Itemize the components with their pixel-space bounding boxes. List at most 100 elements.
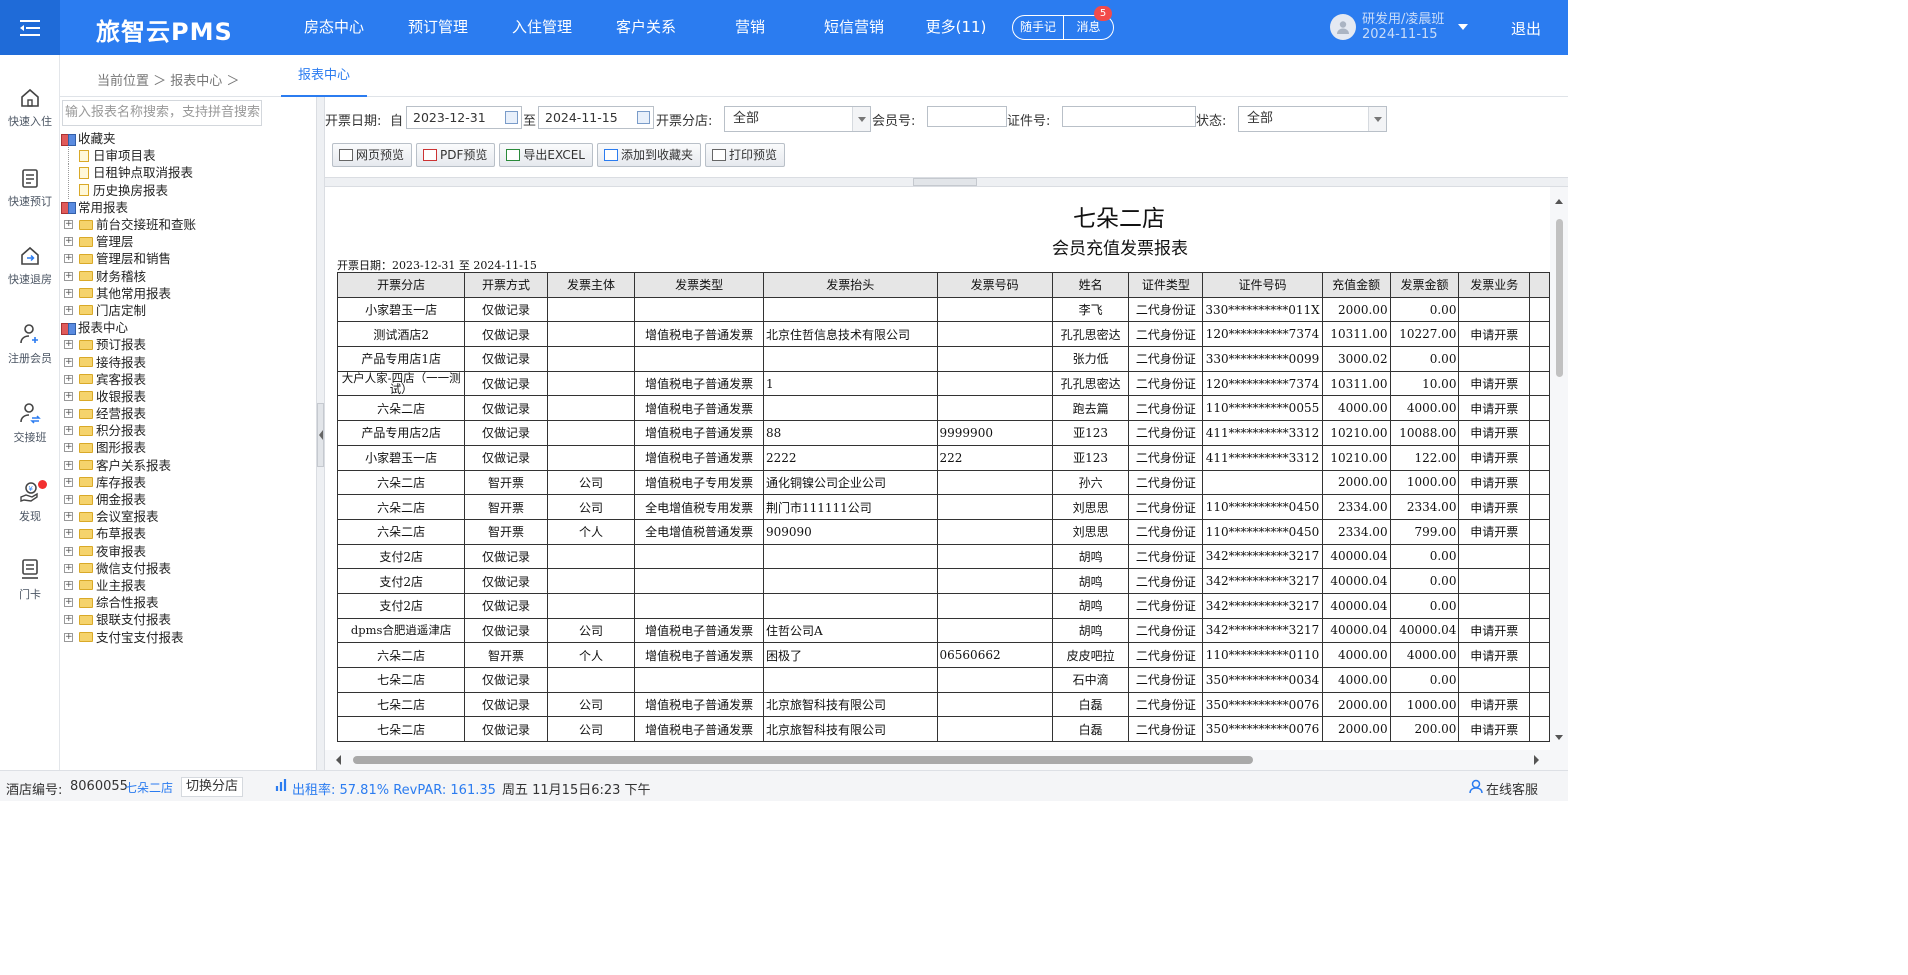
date-from-input[interactable]: 2023-12-31 [406,106,522,129]
nav-checkin[interactable]: 入住管理 [490,0,594,55]
web-preview-button[interactable]: 网页预览 [332,143,413,167]
tree-group-favorites[interactable]: 收藏夹 [60,130,316,147]
expand-icon[interactable]: + [64,460,73,470]
tree-group-common-reports[interactable]: 常用报表 [60,199,316,216]
tree-folder[interactable]: + 夜审报表 [60,543,316,560]
tree-folder[interactable]: + 财务稽核 [60,268,316,285]
tree-folder[interactable]: + 经营报表 [60,405,316,422]
tree-folder[interactable]: + 会议室报表 [60,508,316,525]
horizontal-scroll-thumb[interactable] [353,756,1253,764]
calendar-icon[interactable] [637,111,650,124]
tree-folder[interactable]: + 客户关系报表 [60,457,316,474]
expand-icon[interactable]: + [64,220,73,230]
expand-icon[interactable]: + [64,546,73,556]
scroll-left-icon[interactable] [333,750,345,770]
nav-reservations[interactable]: 预订管理 [386,0,490,55]
add-favorite-button[interactable]: 添加到收藏夹 [596,143,701,167]
quick-checkout-button[interactable]: 快速退房 [0,245,60,287]
logout-button[interactable]: 退出 [1511,18,1541,39]
print-preview-button[interactable]: 打印预览 [705,143,786,167]
member-no-input[interactable] [927,106,1007,127]
expand-icon[interactable]: + [64,598,73,608]
vertical-scroll-thumb[interactable] [1556,219,1563,377]
nav-more[interactable]: 更多(11) [906,0,1006,55]
online-service-button[interactable]: 在线客服 [1486,779,1538,798]
tree-leaf[interactable]: 日租钟点取消报表 [60,164,316,182]
expand-icon[interactable]: + [64,374,73,384]
menu-toggle-icon[interactable] [0,0,60,55]
pdf-preview-button[interactable]: PDF预览 [416,143,496,167]
expand-icon[interactable]: + [64,495,73,505]
expand-icon[interactable]: + [64,443,73,453]
notes-button[interactable]: 随手记 [1013,16,1063,39]
quick-booking-button[interactable]: 快速预订 [0,167,60,209]
register-member-button[interactable]: 注册会员 [0,322,60,366]
chevron-down-icon[interactable] [1368,107,1386,131]
scroll-down-icon[interactable] [1550,733,1568,743]
tree-folder[interactable]: + 宾客报表 [60,371,316,388]
id-no-input[interactable] [1062,106,1196,127]
scroll-up-icon[interactable] [1550,196,1568,206]
chevron-down-icon[interactable] [852,107,870,131]
expand-icon[interactable]: + [64,357,73,367]
headset-icon[interactable] [1468,778,1484,798]
door-card-button[interactable]: 门卡 [0,558,60,602]
tree-folder[interactable]: + 积分报表 [60,422,316,439]
expand-icon[interactable]: + [64,409,73,419]
expand-icon[interactable]: + [64,254,73,264]
filter-collapse-bar[interactable] [325,177,1568,187]
expand-icon[interactable]: + [64,391,73,401]
tree-folder[interactable]: + 佣金报表 [60,491,316,508]
tree-folder[interactable]: + 门店定制 [60,302,316,319]
discover-button[interactable]: ¥ 发现 [0,480,60,524]
nav-room-status[interactable]: 房态中心 [282,0,386,55]
panel-splitter[interactable] [316,97,325,770]
shift-handover-button[interactable]: 交接班 [0,401,60,445]
tree-folder[interactable]: + 支付宝支付报表 [60,628,316,645]
tree-folder[interactable]: + 综合性报表 [60,594,316,611]
nav-crm[interactable]: 客户关系 [594,0,698,55]
nav-marketing[interactable]: 营销 [698,0,802,55]
tree-folder[interactable]: + 库存报表 [60,474,316,491]
branch-select[interactable]: 全部 [724,106,871,132]
expand-icon[interactable]: + [64,529,73,539]
tree-group-report-center[interactable]: 报表中心 [60,319,316,336]
expand-icon[interactable]: + [64,237,73,247]
expand-icon[interactable]: + [64,632,73,642]
tab-report-center[interactable]: 报表中心 [281,55,367,97]
tree-folder[interactable]: + 图形报表 [60,439,316,456]
nav-sms-marketing[interactable]: 短信营销 [802,0,906,55]
expand-icon[interactable]: + [64,340,73,350]
expand-icon[interactable]: + [64,580,73,590]
expand-icon[interactable]: + [64,615,73,625]
tree-folder[interactable]: + 收银报表 [60,388,316,405]
expand-icon[interactable]: + [64,305,73,315]
expand-icon[interactable]: + [64,512,73,522]
tree-folder[interactable]: + 管理层 [60,233,316,250]
expand-icon[interactable]: + [64,288,73,298]
chevron-down-icon[interactable] [1458,24,1469,30]
tree-folder[interactable]: + 银联支付报表 [60,611,316,628]
tree-leaf[interactable]: 历史换房报表 [60,181,316,199]
collapse-filters-handle[interactable] [913,178,977,186]
tree-folder[interactable]: + 微信支付报表 [60,560,316,577]
date-to-input[interactable]: 2024-11-15 [538,106,654,129]
report-search-input[interactable]: 输入报表名称搜索，支持拼音搜索 [62,100,262,126]
expand-icon[interactable]: + [64,271,73,281]
user-menu[interactable]: 研发用/凌晨班 2024-11-15 [1330,12,1469,42]
tree-folder[interactable]: + 业主报表 [60,577,316,594]
collapse-panel-handle[interactable] [317,403,324,467]
tree-folder[interactable]: + 接待报表 [60,353,316,370]
tree-folder[interactable]: + 管理层和销售 [60,250,316,267]
status-select[interactable]: 全部 [1238,106,1387,132]
expand-icon[interactable]: + [64,563,73,573]
tree-folder[interactable]: + 布草报表 [60,525,316,542]
switch-store-button[interactable]: 切换分店 [181,777,244,797]
tree-folder[interactable]: + 其他常用报表 [60,285,316,302]
tree-folder[interactable]: + 预订报表 [60,336,316,353]
expand-icon[interactable]: + [64,426,73,436]
scroll-right-icon[interactable] [1530,750,1542,770]
tree-folder[interactable]: + 前台交接班和查账 [60,216,316,233]
quick-checkin-button[interactable]: 快速入住 [0,87,60,129]
expand-icon[interactable]: + [64,477,73,487]
